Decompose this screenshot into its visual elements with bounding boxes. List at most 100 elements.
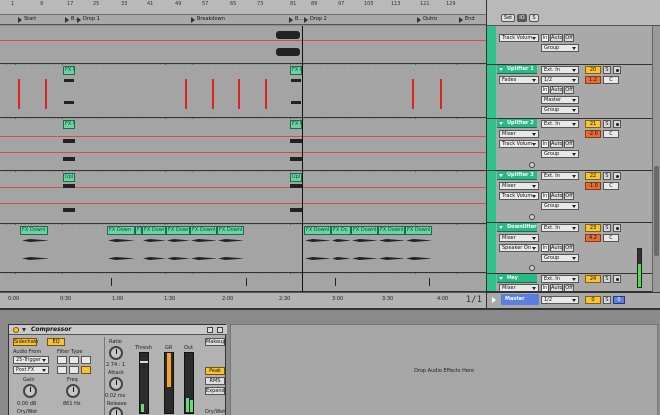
monitor-off-button[interactable]: Off <box>564 244 574 252</box>
lane-uplifter-3[interactable]: Upl Upl <box>0 172 486 224</box>
vertical-scrollbar[interactable] <box>652 26 660 292</box>
track-name[interactable]: Hey <box>497 274 537 283</box>
sidechain-toggle[interactable]: Sidechain <box>13 338 38 346</box>
io-button[interactable]: IO <box>517 14 527 22</box>
lane-hey[interactable] <box>0 274 486 292</box>
solo-button[interactable]: S <box>603 120 611 128</box>
audio-from-chooser[interactable]: 25-Trigger <box>13 356 49 364</box>
automation-chooser[interactable]: Track Volum <box>499 34 539 42</box>
automation-chooser[interactable]: Track Volum <box>499 140 539 148</box>
threshold-meter[interactable] <box>139 352 149 414</box>
track-activator[interactable] <box>529 214 535 220</box>
input-type-chooser[interactable]: Ext. In <box>541 66 579 74</box>
arm-button[interactable] <box>613 172 621 180</box>
automation-chooser[interactable]: Track Volum <box>499 192 539 200</box>
monitor-in-button[interactable]: In <box>541 86 549 94</box>
clip[interactable]: Upl <box>63 173 75 182</box>
device-chooser[interactable]: Mixer <box>499 234 539 242</box>
rms-toggle[interactable]: RMS <box>205 377 225 385</box>
group-chooser[interactable]: Group <box>541 150 579 158</box>
lane-downlifter[interactable]: FX Downl FX Down FX FX Dowl FX Downl FX … <box>0 225 486 273</box>
monitor-off-button[interactable]: Off <box>564 192 574 200</box>
track-name[interactable]: Uplifter 2 <box>497 119 537 128</box>
shelf-filter-icon[interactable] <box>81 366 91 374</box>
sends-button[interactable]: S <box>529 14 539 22</box>
locator-bar[interactable]: Start B... Drop 1 Breakdown B... Drop 2 Outro E… <box>0 15 486 25</box>
device-activator-icon[interactable] <box>13 327 19 333</box>
locator-marker[interactable]: Start <box>17 16 36 24</box>
time-ruler[interactable]: 1/1 0:00 0:30 1:00 1:30 2:00 2:30 3:00 3:30 4:00 <box>0 292 486 308</box>
solo-button[interactable]: S <box>603 224 611 232</box>
release-knob[interactable] <box>109 407 123 415</box>
monitor-auto-button[interactable]: Auto <box>550 140 563 148</box>
monitor-in-button[interactable]: In <box>541 284 549 291</box>
input-type-chooser[interactable]: Ext. In <box>541 275 579 283</box>
fold-icon[interactable] <box>499 68 503 71</box>
track-pan[interactable]: -2.0 <box>585 130 601 138</box>
cue-button[interactable]: C <box>603 234 619 242</box>
expand-toggle[interactable]: Expand <box>205 387 225 395</box>
clip[interactable]: FX Dc <box>331 226 351 235</box>
device-chooser[interactable]: Fades <box>499 76 539 84</box>
fold-icon[interactable] <box>492 297 496 303</box>
group-chooser[interactable]: Group <box>541 106 579 114</box>
fold-icon[interactable] <box>22 328 26 332</box>
solo-button[interactable]: S <box>603 275 611 283</box>
track-volume[interactable]: 20 <box>585 66 601 74</box>
arm-button[interactable] <box>613 224 621 232</box>
monitor-in-button[interactable]: In <box>541 140 549 148</box>
monitor-in-button[interactable]: In <box>541 244 549 252</box>
device-chooser[interactable]: Mixer <box>499 284 539 291</box>
solo-button[interactable]: S <box>603 66 611 74</box>
gain-value[interactable]: 0.00 dB <box>17 401 36 407</box>
monitor-off-button[interactable]: Off <box>564 34 574 42</box>
set-button[interactable]: Set <box>501 14 515 22</box>
lane-top[interactable] <box>0 26 486 64</box>
notch-filter-icon[interactable] <box>57 366 67 374</box>
track-volume[interactable]: 22 <box>585 172 601 180</box>
monitor-auto-button[interactable]: Auto <box>550 244 563 252</box>
track-volume[interactable]: 24 <box>585 275 601 283</box>
locator-marker[interactable]: Drop 2 <box>303 16 327 24</box>
master-track-header[interactable]: Master 1/2 0 S 0 <box>486 292 660 308</box>
master-volume[interactable]: 0 <box>585 296 601 304</box>
gain-knob[interactable] <box>23 384 37 398</box>
monitor-off-button[interactable]: Off <box>564 284 574 291</box>
freq-knob[interactable] <box>66 384 80 398</box>
clip[interactable]: FX U <box>290 120 302 129</box>
track-name[interactable]: Master <box>501 294 539 305</box>
monitor-auto-button[interactable]: Auto <box>550 86 563 94</box>
device-chooser[interactable]: Mixer <box>499 130 539 138</box>
group-chooser[interactable]: Group <box>541 202 579 210</box>
compressor-device[interactable]: Compressor Sidechain EQ Audio From 25-Tr… <box>8 324 227 415</box>
fold-icon[interactable] <box>499 122 503 125</box>
clip[interactable]: FX Downl <box>351 226 378 235</box>
filter-type-selector[interactable] <box>57 356 91 376</box>
freq-value[interactable]: 861 Hz <box>63 401 81 407</box>
scrollbar-thumb[interactable] <box>654 166 659 256</box>
track-volume[interactable]: 21 <box>585 120 601 128</box>
arrangement-view[interactable]: FX U FX U FX U FX U Upl Upl <box>0 26 486 292</box>
fold-icon[interactable] <box>499 174 503 177</box>
output-meter[interactable] <box>184 352 194 414</box>
ratio-knob[interactable] <box>109 346 123 360</box>
clip[interactable]: FX Downl <box>405 226 432 235</box>
locator-marker[interactable]: Drop 1 <box>76 16 100 24</box>
monitor-auto-button[interactable]: Auto <box>550 192 563 200</box>
eq-toggle[interactable]: EQ <box>47 338 65 346</box>
track-header-downlifter[interactable]: Downlifter Mixer Speaker On Ext. In In A… <box>487 223 660 274</box>
clip[interactable]: FX Downl <box>378 226 405 235</box>
input-channel-chooser[interactable]: 1/2 <box>541 76 579 84</box>
clip[interactable]: FX Down <box>107 226 135 235</box>
fold-icon[interactable] <box>499 277 503 280</box>
hot-swap-icon[interactable] <box>207 327 213 333</box>
locator-marker[interactable]: End <box>458 16 475 24</box>
makeup-toggle[interactable]: Makeup <box>205 338 226 346</box>
device-title-bar[interactable]: Compressor <box>9 325 227 335</box>
track-header[interactable]: Track Volum In Auto Off Group <box>487 26 660 65</box>
solo-button[interactable]: S <box>603 296 611 304</box>
input-type-chooser[interactable]: Ext. In <box>541 172 579 180</box>
group-chooser[interactable]: Group <box>541 44 579 52</box>
lane-uplifter-2[interactable]: FX U FX U <box>0 119 486 171</box>
clip[interactable]: FX <box>135 226 142 235</box>
